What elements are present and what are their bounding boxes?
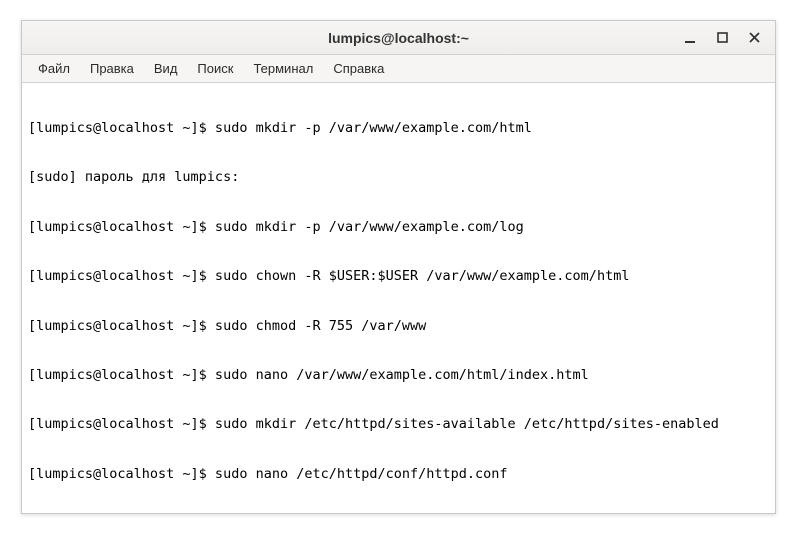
terminal-line: [lumpics@localhost ~]$ sudo mkdir /etc/h…: [28, 416, 769, 432]
terminal-line: [lumpics@localhost ~]$ sudo nano /var/ww…: [28, 367, 769, 383]
close-button[interactable]: [747, 31, 761, 45]
menu-file[interactable]: Файл: [30, 58, 78, 79]
terminal-area[interactable]: [lumpics@localhost ~]$ sudo mkdir -p /va…: [22, 83, 775, 513]
window-controls: [683, 31, 775, 45]
terminal-line: [lumpics@localhost ~]$ sudo chown -R $US…: [28, 268, 769, 284]
terminal-line: [lumpics@localhost ~]$ sudo mkdir -p /va…: [28, 120, 769, 136]
terminal-window: lumpics@localhost:~ Файл Правка Вид Поис…: [21, 20, 776, 514]
terminal-line: [sudo] пароль для lumpics:: [28, 169, 769, 185]
menu-terminal[interactable]: Терминал: [245, 58, 321, 79]
menubar: Файл Правка Вид Поиск Терминал Справка: [22, 55, 775, 83]
menu-edit[interactable]: Правка: [82, 58, 142, 79]
menu-view[interactable]: Вид: [146, 58, 186, 79]
terminal-line: [lumpics@localhost ~]$ sudo chmod -R 755…: [28, 318, 769, 334]
window-title: lumpics@localhost:~: [22, 30, 775, 46]
terminal-line: [lumpics@localhost ~]$ sudo nano /etc/ht…: [28, 466, 769, 482]
terminal-line: [lumpics@localhost ~]$ sudo mkdir -p /va…: [28, 219, 769, 235]
titlebar: lumpics@localhost:~: [22, 21, 775, 55]
minimize-button[interactable]: [683, 31, 697, 45]
menu-search[interactable]: Поиск: [189, 58, 241, 79]
menu-help[interactable]: Справка: [325, 58, 392, 79]
maximize-button[interactable]: [715, 31, 729, 45]
